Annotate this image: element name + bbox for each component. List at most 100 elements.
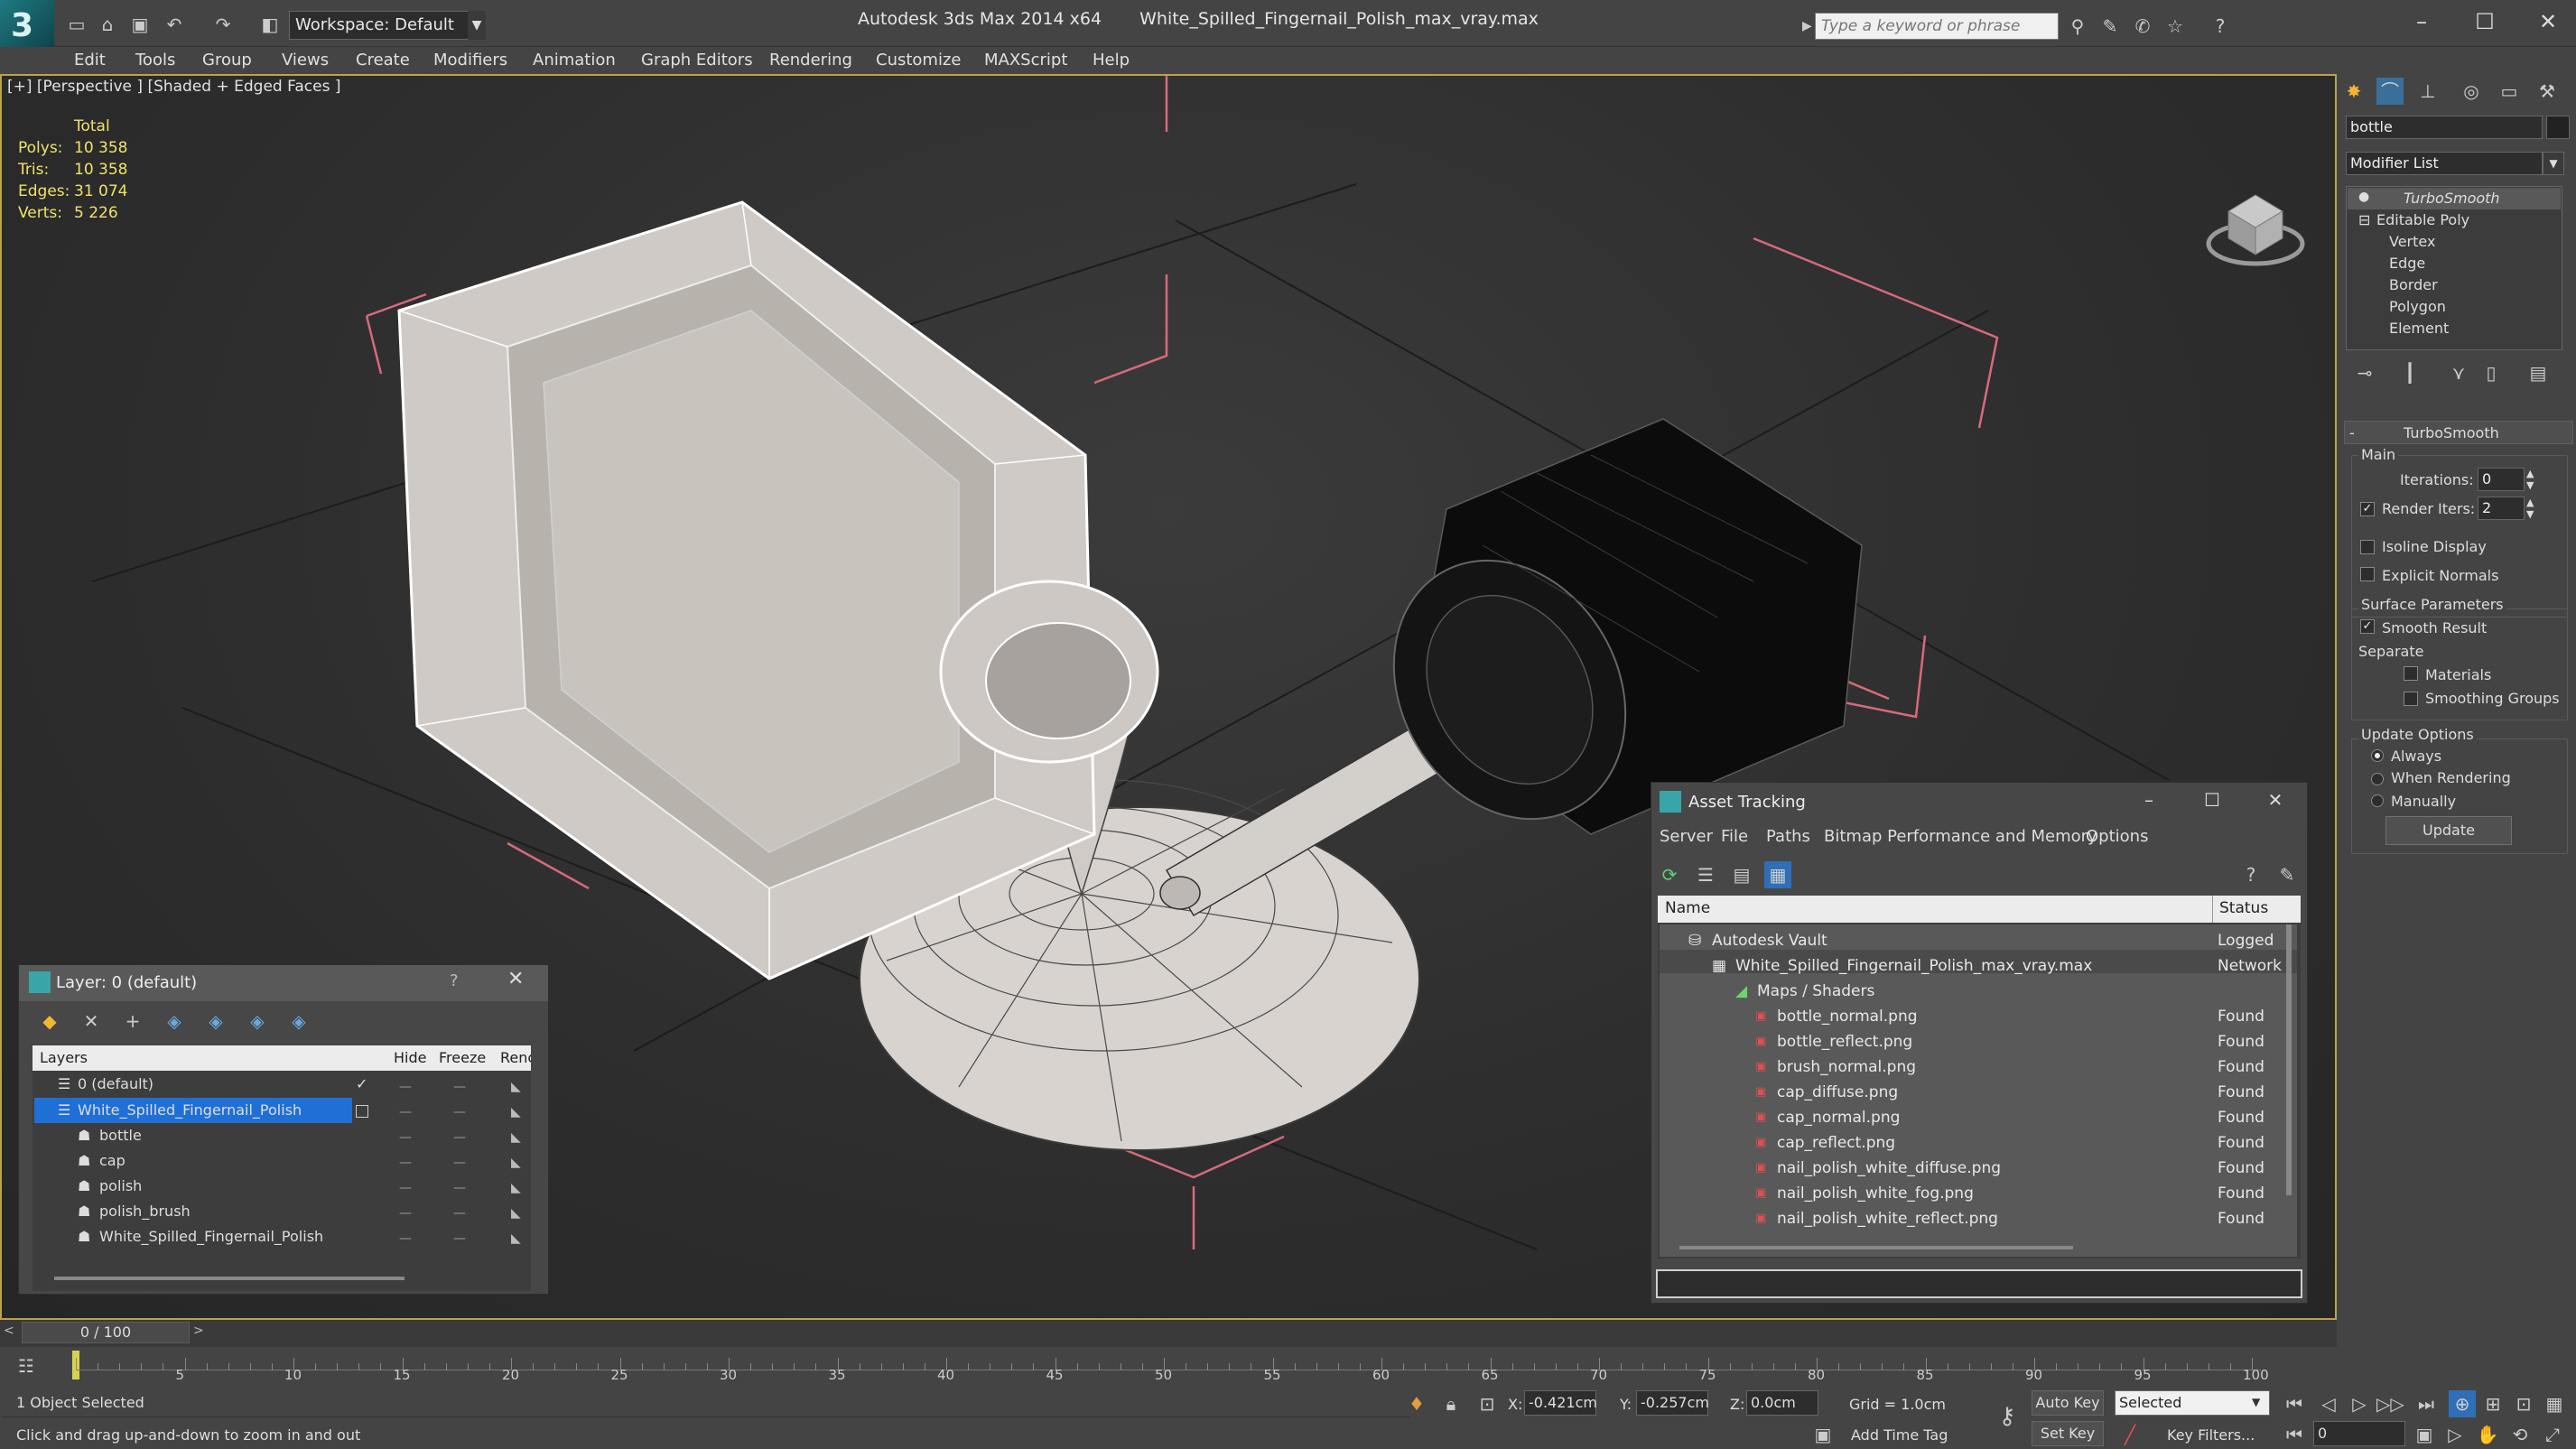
minimize-button[interactable]: – xyxy=(2122,782,2176,818)
asset-name[interactable]: cap_diffuse.png xyxy=(1777,1080,1898,1105)
viewport-label[interactable]: [+] [Perspective ] [Shaded + Edged Faces… xyxy=(7,78,340,96)
x-coordinate-field[interactable]: -0.421cm xyxy=(1524,1390,1597,1416)
project-folder-icon[interactable]: ◧ xyxy=(256,11,284,38)
asset-menu-bitmap-performance[interactable]: Bitmap Performance and Memory xyxy=(1824,827,2097,846)
object-name[interactable]: polish xyxy=(99,1174,142,1199)
col-freeze[interactable]: Freeze xyxy=(439,1049,486,1066)
lock-selection-icon[interactable]: 🔒︎ xyxy=(1437,1390,1465,1417)
help-icon[interactable]: ? xyxy=(2207,13,2234,40)
asset-pin-icon[interactable]: ✎ xyxy=(2274,861,2301,888)
asset-help-icon[interactable]: ? xyxy=(2237,861,2264,888)
always-radio[interactable] xyxy=(2371,749,2384,762)
orbit-icon[interactable]: ⟲ xyxy=(2506,1421,2534,1448)
asset-name[interactable]: bottle_reflect.png xyxy=(1777,1029,1912,1054)
update-button[interactable]: Update xyxy=(2385,816,2512,845)
binoculars-icon[interactable]: ⚲ xyxy=(2064,13,2091,40)
table-view-icon[interactable]: ▦ xyxy=(1764,861,1791,888)
prev-frame-icon[interactable]: < xyxy=(4,1324,14,1338)
close-button[interactable]: ✕ xyxy=(2521,4,2575,40)
current-frame-field[interactable]: 0 xyxy=(2313,1421,2405,1446)
search-expand-icon[interactable]: ▶ xyxy=(1802,14,1813,38)
display-tab-icon[interactable]: ▭ xyxy=(2496,78,2523,105)
utilities-tab-icon[interactable]: ⚒ xyxy=(2534,78,2561,105)
active-check-icon[interactable]: ✓ xyxy=(356,1072,367,1097)
stack-item-edge[interactable]: Edge xyxy=(2389,255,2425,272)
hide-toggle-column[interactable]: — — — — — — — xyxy=(399,1074,417,1255)
make-unique-icon[interactable]: ⋎ xyxy=(2445,359,2472,386)
menu-modifiers[interactable]: Modifiers xyxy=(433,47,507,74)
maximize-button[interactable]: ☐ xyxy=(2458,4,2512,40)
asset-menu-options[interactable]: Options xyxy=(2086,827,2148,846)
asset-path-field[interactable] xyxy=(1656,1269,2302,1298)
asset-name[interactable]: cap_normal.png xyxy=(1777,1105,1900,1130)
refresh-icon[interactable]: ⟳ xyxy=(1656,861,1683,888)
object-name[interactable]: bottle xyxy=(99,1123,142,1148)
maximize-viewport-icon[interactable]: ⤢ xyxy=(2539,1421,2566,1448)
asset-menu-paths[interactable]: Paths xyxy=(1766,827,1810,846)
asset-menu-server[interactable]: Server xyxy=(1660,827,1713,846)
isoline-checkbox[interactable] xyxy=(2360,540,2375,554)
col-layers[interactable]: Layers xyxy=(40,1049,88,1066)
minimize-button[interactable]: – xyxy=(2395,4,2449,40)
menu-maxscript[interactable]: MAXScript xyxy=(984,47,1067,74)
open-file-icon[interactable]: ⌂ xyxy=(94,11,121,38)
auto-key-button[interactable]: Auto Key xyxy=(2032,1390,2104,1416)
redo-icon[interactable]: ↷ xyxy=(209,11,237,38)
freeze-toggle-column[interactable]: — — — — — — — xyxy=(453,1074,471,1255)
zoom-all-icon[interactable]: ⊞ xyxy=(2479,1390,2506,1417)
expand-icon[interactable]: ⊟ xyxy=(2358,211,2370,228)
workspace-dropdown[interactable]: Workspace: Default xyxy=(289,11,486,40)
z-coordinate-field[interactable]: 0.0cm xyxy=(1746,1390,1818,1416)
menu-edit[interactable]: Edit xyxy=(74,47,106,74)
modifier-list-dropdown[interactable]: Modifier List xyxy=(2346,152,2543,175)
stack-item-vertex[interactable]: Vertex xyxy=(2389,233,2435,250)
hide-all-icon[interactable]: ◈ xyxy=(244,1008,271,1035)
asset-name[interactable]: brush_normal.png xyxy=(1777,1054,1916,1080)
menu-rendering[interactable]: Rendering xyxy=(769,47,852,74)
time-slider[interactable] xyxy=(0,1320,2337,1347)
object-name[interactable]: cap xyxy=(99,1148,126,1174)
stack-item-border[interactable]: Border xyxy=(2389,276,2438,293)
explicit-normals-checkbox[interactable] xyxy=(2360,567,2375,581)
pan-view-icon[interactable]: ✋ xyxy=(2474,1421,2501,1448)
absolute-mode-icon[interactable]: ⊡ xyxy=(1474,1390,1501,1417)
create-tab-icon[interactable]: ✸ xyxy=(2340,78,2367,105)
spinner-arrows-icon[interactable]: ▲ ▼ xyxy=(2526,468,2534,491)
key-mode-toggle-icon[interactable]: ⏮ xyxy=(2281,1421,2308,1448)
stack-item-editable-poly[interactable]: Editable Poly xyxy=(2376,211,2469,228)
key-filters-button[interactable]: Key Filters... xyxy=(2167,1426,2255,1444)
remove-modifier-icon[interactable]: ▯ xyxy=(2478,359,2505,386)
layer-name[interactable]: White_Spilled_Fingernail_Polish xyxy=(78,1098,302,1123)
pin-stack-icon[interactable]: ⊸ xyxy=(2351,359,2378,386)
smooth-result-checkbox[interactable]: ✓ xyxy=(2360,619,2375,634)
motion-tab-icon[interactable]: ◎ xyxy=(2458,78,2485,105)
time-tag-icon[interactable]: ▣ xyxy=(1809,1421,1837,1448)
maximize-button[interactable]: ☐ xyxy=(2185,782,2239,818)
menu-group[interactable]: Group xyxy=(202,47,252,74)
app-logo-icon[interactable]: 3 xyxy=(0,0,54,54)
vertical-scrollbar[interactable] xyxy=(2286,924,2292,1195)
render-iters-spinner[interactable]: 2 xyxy=(2478,497,2525,520)
asset-menu-file[interactable]: File xyxy=(1721,827,1748,846)
asset-name[interactable]: White_Spilled_Fingernail_Polish_max_vray… xyxy=(1735,953,2092,979)
mini-curve-editor-icon[interactable]: ☷ xyxy=(13,1352,40,1379)
selection-set-dropdown[interactable]: Selected xyxy=(2115,1390,2270,1416)
when-rendering-radio[interactable] xyxy=(2371,773,2384,785)
stack-item-turbosmooth[interactable]: TurboSmooth xyxy=(2404,190,2500,207)
list-view-icon[interactable]: ☰ xyxy=(1692,861,1719,888)
asset-name[interactable]: nail_polish_white_reflect.png xyxy=(1777,1206,1998,1231)
show-end-result-icon[interactable]: ┃ xyxy=(2396,359,2423,386)
horizontal-scrollbar[interactable] xyxy=(54,1277,405,1280)
spinner-arrows-icon[interactable]: ▲ ▼ xyxy=(2526,497,2534,520)
go-to-end-icon[interactable]: ⏭ xyxy=(2413,1390,2440,1417)
chevron-down-icon[interactable]: ▼ xyxy=(2543,152,2564,175)
select-objects-icon[interactable]: ◈ xyxy=(161,1008,188,1035)
render-toggle-column[interactable]: ◣ ◣ ◣ ◣ ◣ ◣ ◣ xyxy=(511,1074,529,1255)
rollout-collapse-icon[interactable]: - xyxy=(2349,424,2355,441)
save-file-icon[interactable]: ▣ xyxy=(126,11,153,38)
next-frame-icon[interactable]: > xyxy=(193,1324,204,1338)
active-layer-toggle[interactable] xyxy=(356,1105,368,1118)
menu-views[interactable]: Views xyxy=(282,47,329,74)
field-of-view-icon[interactable]: ▷ xyxy=(2441,1421,2469,1448)
menu-animation[interactable]: Animation xyxy=(533,47,616,74)
